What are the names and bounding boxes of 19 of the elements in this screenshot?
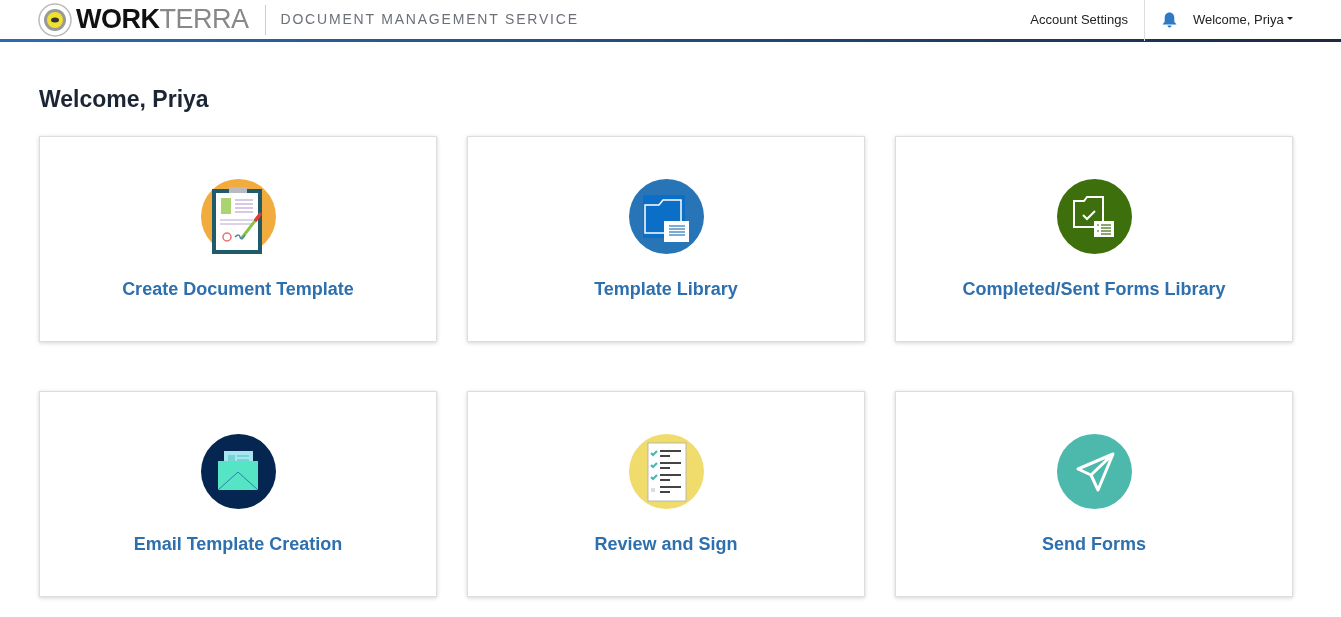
notification-bell-icon[interactable] xyxy=(1161,11,1177,28)
tile-link[interactable]: Create Document Template xyxy=(39,135,437,342)
folder-check-icon xyxy=(1056,178,1132,254)
tile-link[interactable]: Send Forms xyxy=(895,390,1293,597)
service-title: DOCUMENT MANAGEMENT SERVICE xyxy=(264,4,579,35)
tile-link[interactable]: Email Template Creation xyxy=(39,390,437,597)
logo-target-icon xyxy=(38,2,72,37)
tile-link[interactable]: Completed/Sent Forms Library xyxy=(895,135,1293,342)
checklist-icon xyxy=(628,433,704,509)
account-settings-link[interactable]: Account Settings xyxy=(1030,9,1144,30)
folder-document-icon xyxy=(628,178,704,254)
clipboard-icon xyxy=(200,178,276,254)
page-heading: Welcome, Priya xyxy=(38,86,210,114)
logo-wordmark: WORKTERRA xyxy=(76,6,249,33)
tile-link[interactable]: Review and Sign xyxy=(467,390,865,597)
tile-link[interactable]: Template Library xyxy=(467,135,865,342)
user-menu[interactable]: Welcome, Priya xyxy=(1192,9,1293,30)
paper-plane-icon xyxy=(1056,433,1132,509)
envelope-icon xyxy=(200,433,276,509)
